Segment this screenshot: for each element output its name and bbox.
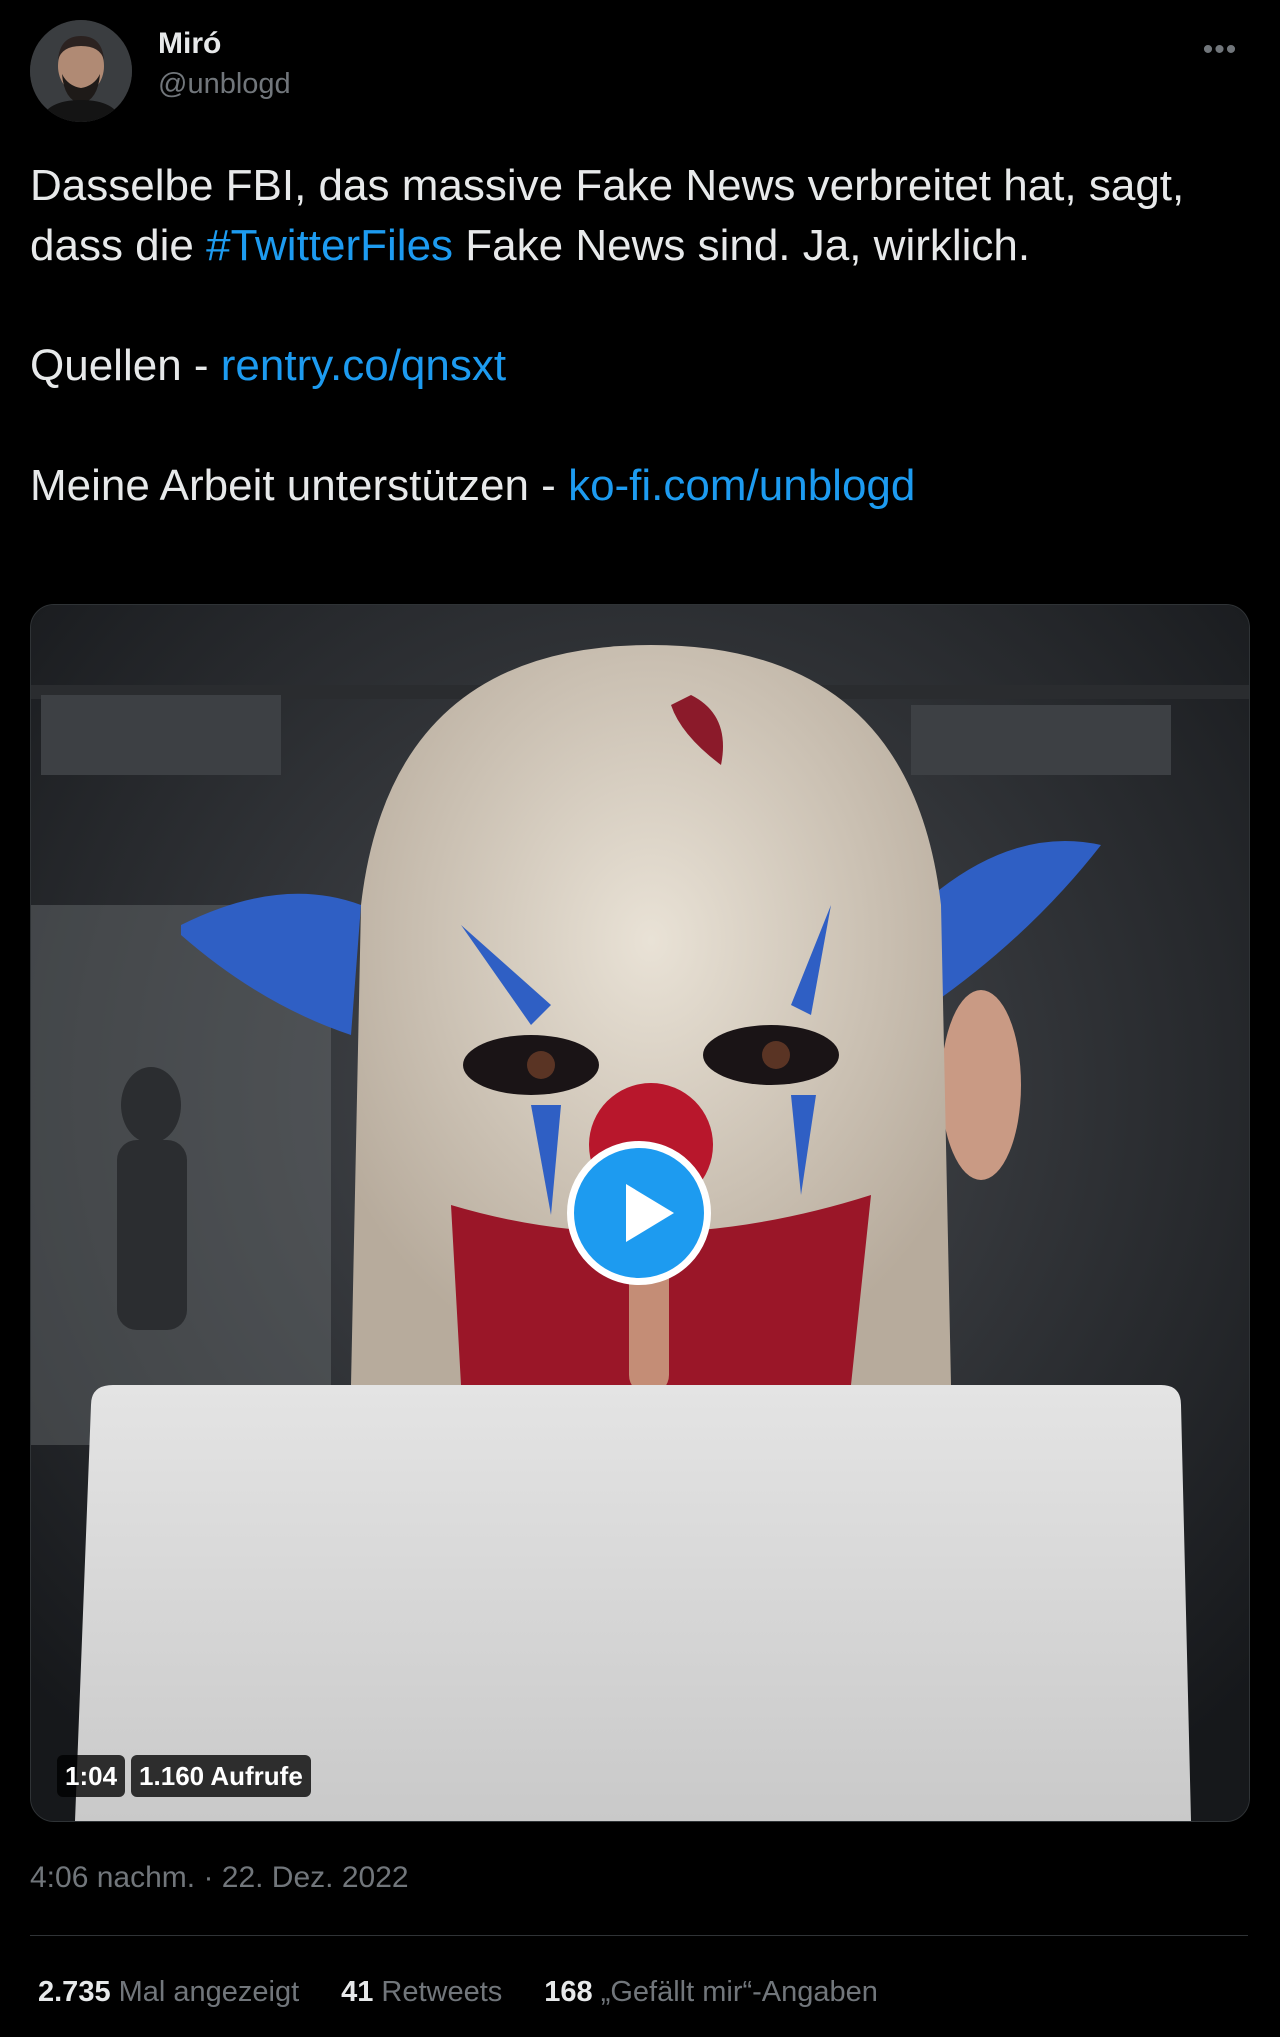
hashtag-link[interactable]: #TwitterFiles — [206, 221, 453, 270]
video-player[interactable]: 1:04 1.160 Aufrufe — [30, 604, 1250, 1822]
retweets-label: Retweets — [381, 1976, 503, 2008]
retweets-stat[interactable]: 41 Retweets — [341, 1972, 502, 2012]
video-badges: 1:04 1.160 Aufrufe — [57, 1755, 311, 1797]
tweet-header: Miró @unblogd ••• — [30, 20, 1250, 124]
user-handle[interactable]: @unblogd — [158, 64, 291, 104]
likes-label: „Gefällt mir“-Angaben — [600, 1976, 878, 2008]
sources-link[interactable]: rentry.co/qnsxt — [221, 341, 506, 390]
author-names: Miró @unblogd — [158, 26, 291, 104]
views-stat: 2.735 Mal angezeigt — [38, 1972, 299, 2012]
more-options-button[interactable]: ••• — [1192, 30, 1248, 70]
play-icon — [626, 1184, 674, 1242]
video-duration: 1:04 — [57, 1755, 126, 1797]
more-horizontal-icon: ••• — [1202, 33, 1238, 66]
divider — [30, 1935, 1248, 1936]
tweet-stats: 2.735 Mal angezeigt 41 Retweets 168 „Gefäll… — [38, 1972, 878, 2012]
tweet-paragraph: Dasselbe FBI, das massive Fake News verb… — [30, 156, 1250, 276]
views-label: Mal angezeigt — [118, 1976, 300, 2008]
views-count: 2.735 — [38, 1976, 111, 2008]
support-label: Meine Arbeit unterstützen - — [30, 461, 569, 510]
video-views: 1.160 Aufrufe — [131, 1755, 311, 1797]
tweet-timestamp[interactable]: 4:06 nachm. · 22. Dez. 2022 — [30, 1858, 409, 1898]
person-avatar-icon — [30, 20, 132, 122]
likes-count: 168 — [544, 1976, 593, 2008]
retweets-count: 41 — [341, 1976, 374, 2008]
tweet-text: Dasselbe FBI, das massive Fake News verb… — [30, 156, 1250, 516]
sources-line: Quellen - rentry.co/qnsxt — [30, 336, 1250, 396]
display-name[interactable]: Miró — [158, 26, 291, 62]
likes-stat[interactable]: 168 „Gefällt mir“-Angaben — [544, 1972, 878, 2012]
support-link[interactable]: ko-fi.com/unblogd — [568, 461, 915, 510]
support-line: Meine Arbeit unterstützen - ko-fi.com/un… — [30, 456, 1250, 516]
tweet-text-part: Fake News sind. Ja, wirklich. — [453, 221, 1031, 270]
sources-label: Quellen - — [30, 341, 221, 390]
avatar[interactable] — [30, 20, 132, 122]
play-button[interactable] — [567, 1141, 711, 1285]
